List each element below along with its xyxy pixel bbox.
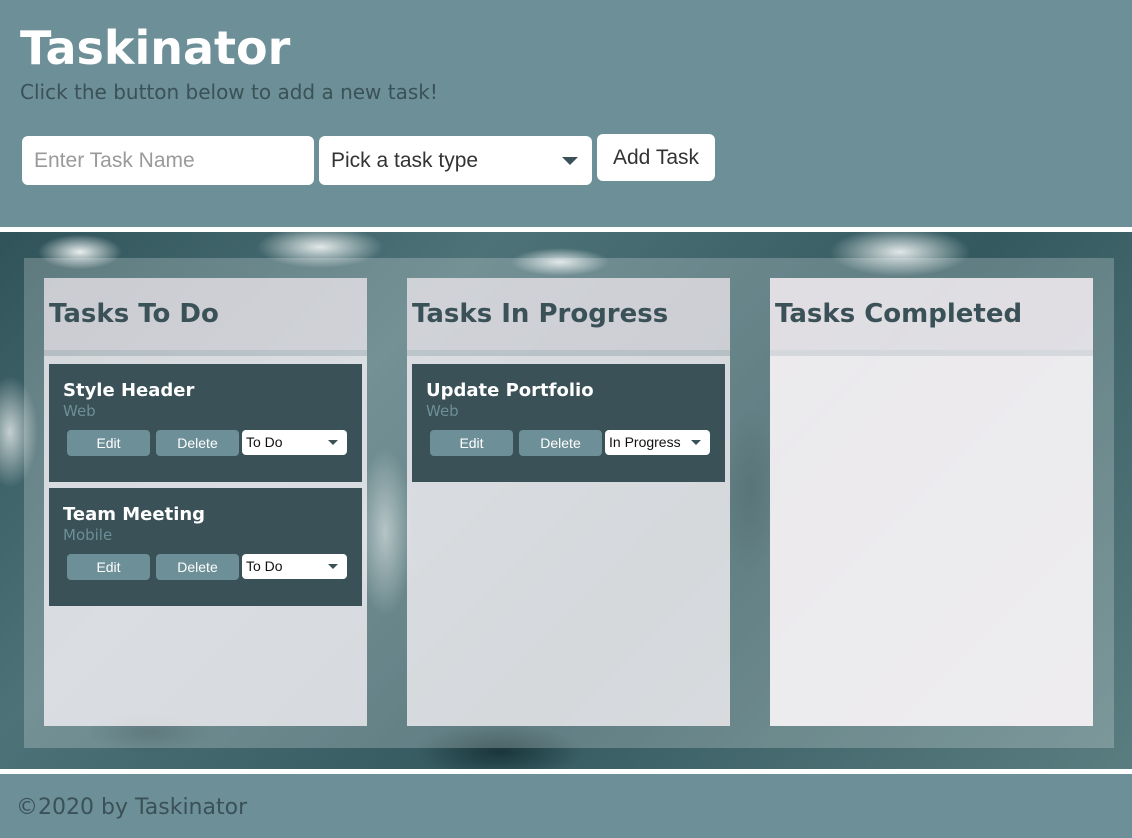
status-selected-label: To Do [246, 558, 283, 574]
task-name-input[interactable] [22, 136, 314, 185]
add-task-button[interactable]: Add Task [597, 134, 715, 181]
task-type: Mobile [63, 526, 113, 544]
task-card[interactable]: Update Portfolio Web Edit Delete In Prog… [412, 364, 725, 482]
task-name: Style Header [63, 380, 195, 401]
task-name: Update Portfolio [426, 380, 594, 401]
column-title: Tasks In Progress [412, 299, 669, 329]
edit-button[interactable]: Edit [67, 554, 150, 580]
page-header: Taskinator Click the button below to add… [0, 0, 1132, 227]
task-card[interactable]: Team Meeting Mobile Edit Delete To Do [49, 488, 362, 606]
task-type-select[interactable]: Pick a task type [319, 136, 592, 185]
footer-copyright: ©2020 by Taskinator [16, 795, 248, 820]
edit-button[interactable]: Edit [67, 430, 150, 456]
status-select[interactable]: To Do [242, 554, 347, 579]
task-type-selected-label: Pick a task type [331, 149, 479, 172]
delete-button[interactable]: Delete [519, 430, 602, 456]
column-header: Tasks In Progress [407, 278, 730, 350]
chevron-down-icon [691, 440, 701, 445]
status-selected-label: In Progress [609, 434, 681, 450]
task-board: Tasks To Do Tasks In Progress Tasks Comp… [0, 232, 1132, 769]
status-select[interactable]: In Progress [605, 430, 710, 455]
app-subtitle: Click the button below to add a new task… [20, 80, 438, 104]
page-footer: ©2020 by Taskinator [0, 774, 1132, 838]
column-header: Tasks To Do [44, 278, 367, 350]
edit-button[interactable]: Edit [430, 430, 513, 456]
task-name: Team Meeting [63, 504, 206, 525]
column-header: Tasks Completed [770, 278, 1093, 350]
status-selected-label: To Do [246, 434, 283, 450]
task-list[interactable] [770, 356, 1093, 726]
task-card[interactable]: Style Header Web Edit Delete To Do [49, 364, 362, 482]
delete-button[interactable]: Delete [156, 430, 239, 456]
delete-button[interactable]: Delete [156, 554, 239, 580]
column-tasks-completed: Tasks Completed [770, 278, 1093, 726]
chevron-down-icon [328, 440, 338, 445]
chevron-down-icon [562, 157, 578, 165]
chevron-down-icon [328, 564, 338, 569]
column-title: Tasks Completed [775, 299, 1023, 329]
app-title: Taskinator [20, 21, 291, 75]
task-type: Web [426, 402, 459, 420]
task-type: Web [63, 402, 96, 420]
column-tasks-in-progress: Tasks In Progress [407, 278, 730, 726]
column-title: Tasks To Do [49, 299, 219, 329]
status-select[interactable]: To Do [242, 430, 347, 455]
